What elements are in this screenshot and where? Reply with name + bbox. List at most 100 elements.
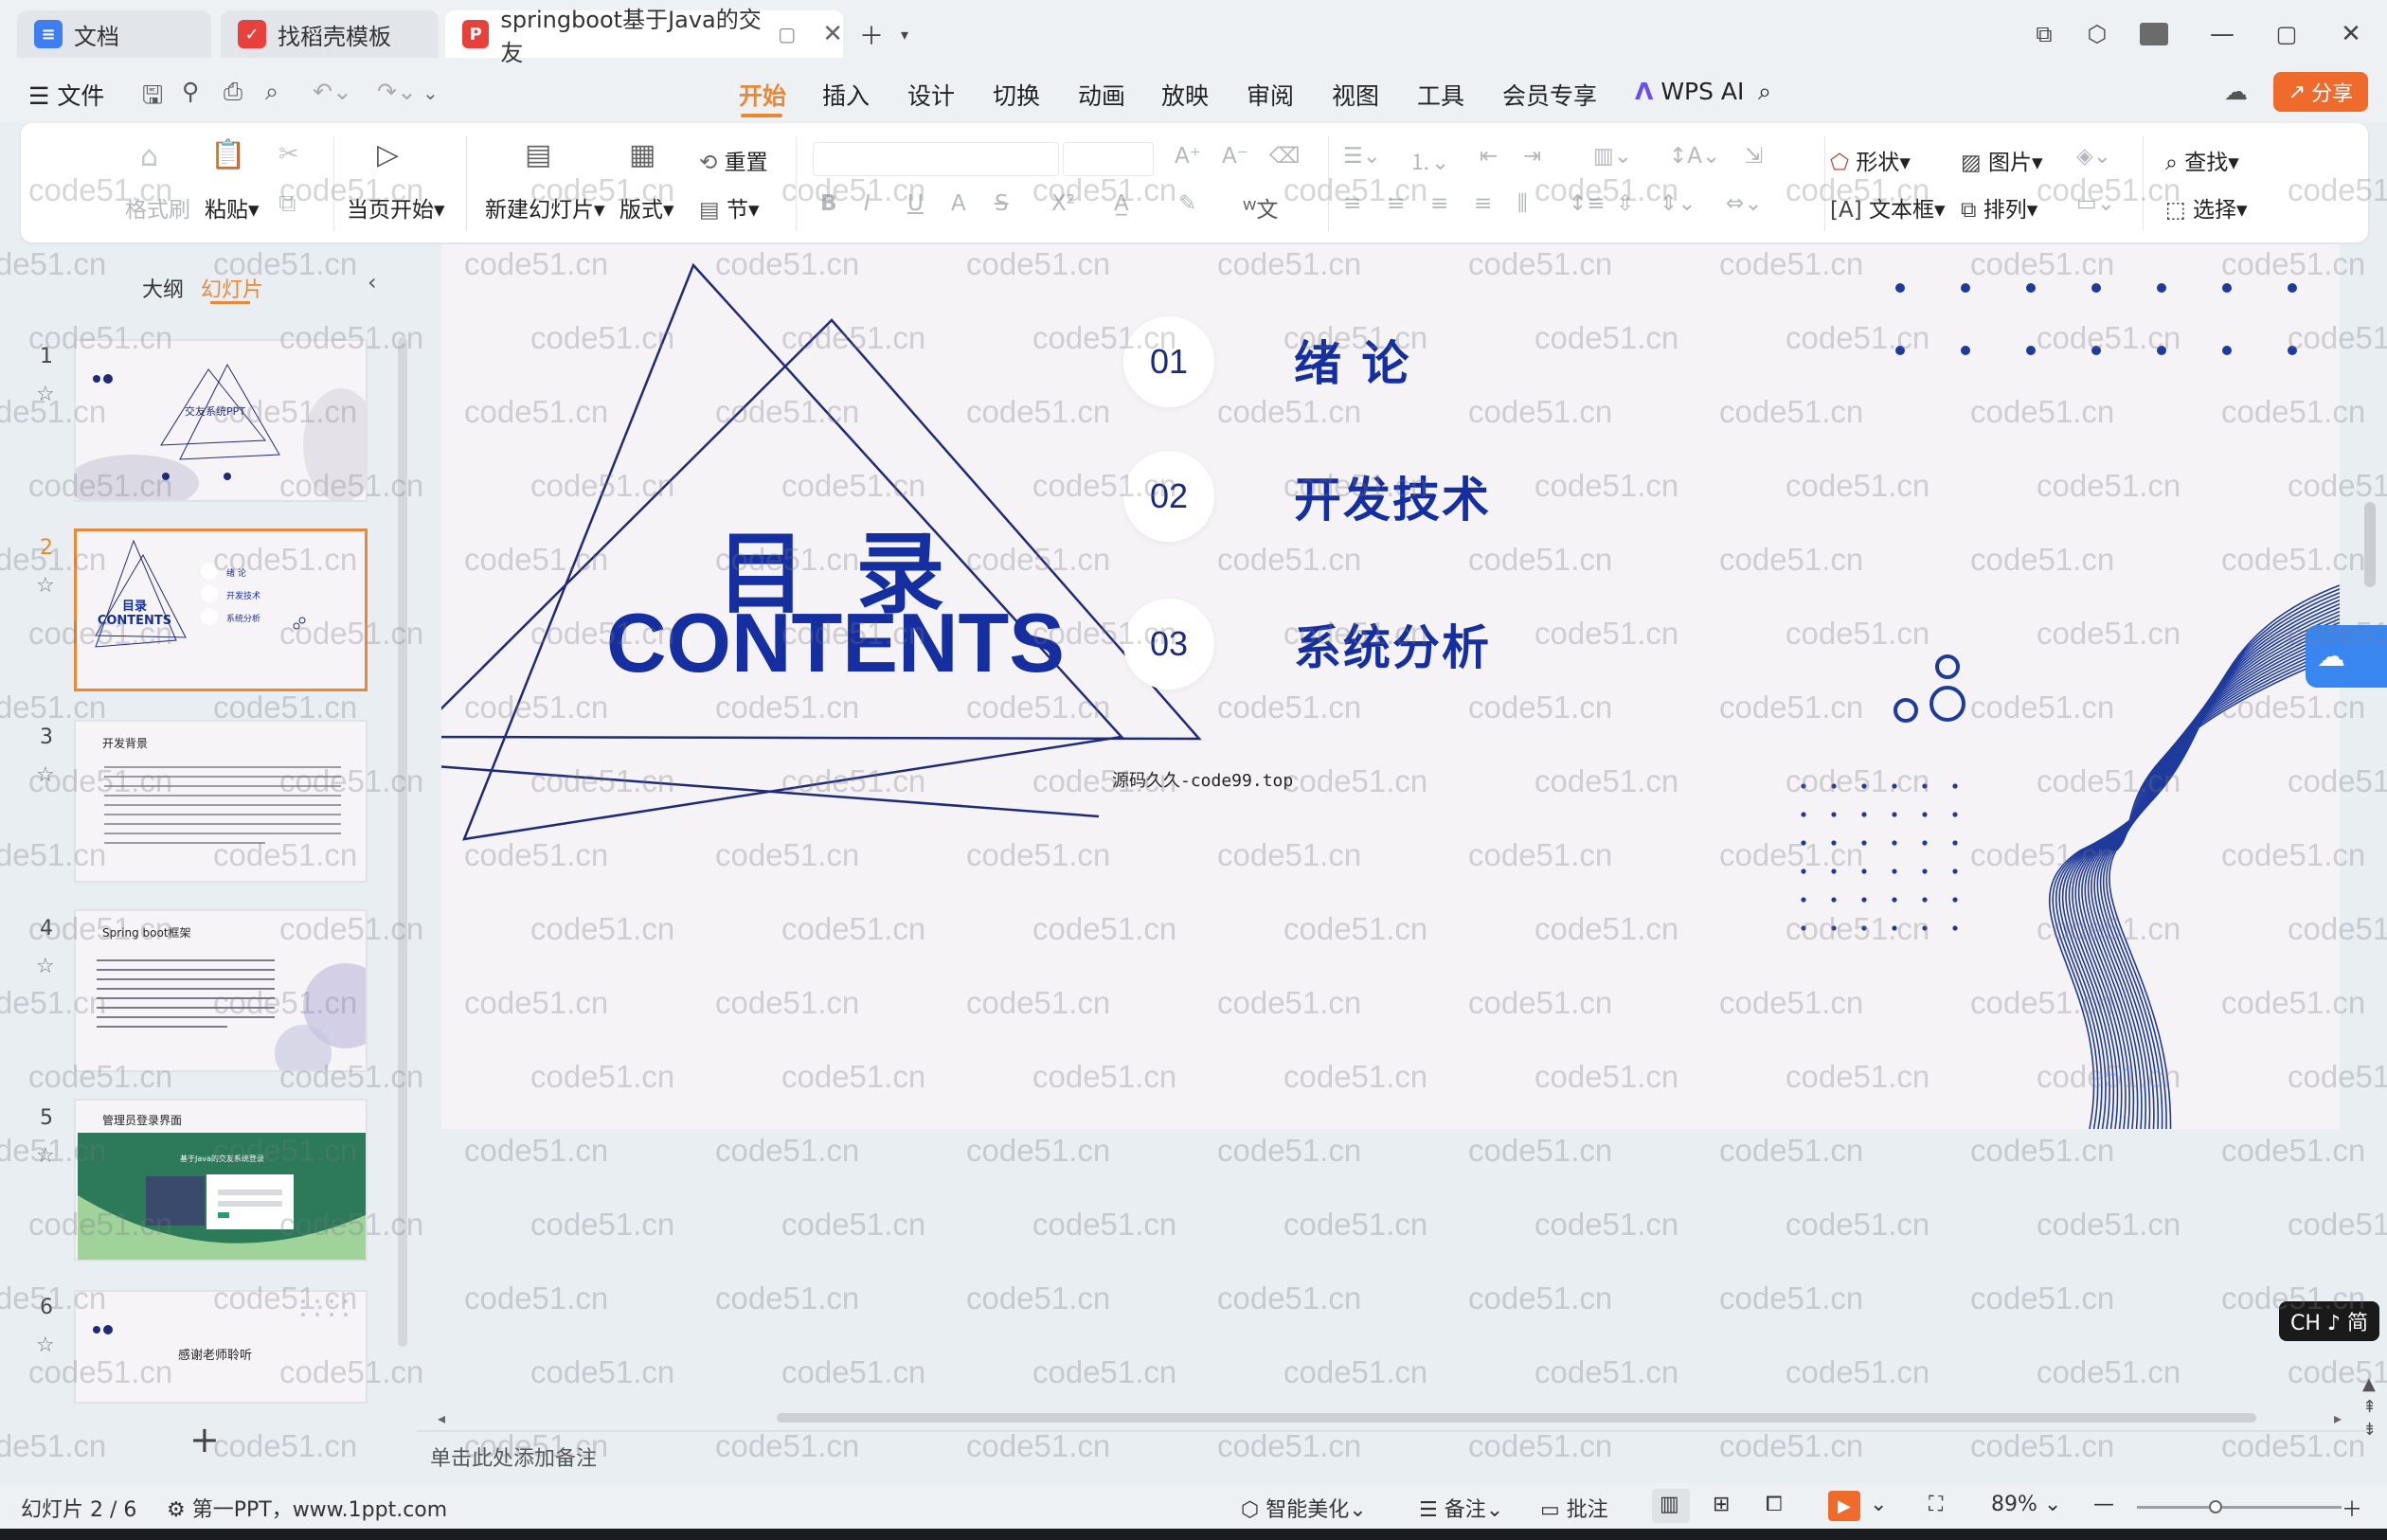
highlight-icon[interactable]: ✎ <box>1178 191 1196 216</box>
save-icon[interactable]: 🖫 <box>142 78 163 119</box>
fit-window-icon[interactable]: ⛶ <box>1929 1493 1943 1516</box>
print-icon[interactable]: ⎙ <box>224 78 242 106</box>
smart-beautify-button[interactable]: ⬡ 智能美化⌄ <box>1241 1493 1367 1523</box>
theme-name[interactable]: ⚙ 第一PPT，www.1ppt.com <box>167 1493 447 1523</box>
text-fit-icon[interactable]: ⇔⌄ <box>1726 191 1763 216</box>
menu-transitions[interactable]: 切换 <box>993 78 1040 112</box>
avatar[interactable] <box>2135 15 2173 53</box>
more-icon[interactable]: ⌄ <box>422 81 439 104</box>
fill-icon[interactable]: ◈⌄ <box>2076 144 2111 169</box>
star-icon[interactable]: ☆ <box>36 955 55 978</box>
slide-thumbnail-5[interactable]: 管理员登录界面 基于Java的交友系统登录 <box>74 1099 368 1262</box>
play-slideshow-button[interactable]: ▶ <box>1828 1491 1860 1521</box>
picture-button[interactable]: ▨ 图片▾ <box>1961 144 2043 176</box>
star-icon[interactable]: ☆ <box>36 1144 55 1168</box>
tab-presentation[interactable]: P springboot基于Java的交友 ▢ ✕ <box>445 7 843 66</box>
zoom-out-icon[interactable]: — <box>2093 1493 2114 1516</box>
zoom-in-icon[interactable]: ＋ <box>2342 1493 2362 1523</box>
font-color-icon[interactable]: A̲ <box>1114 191 1129 216</box>
cloud-upload-icon[interactable]: ☁ <box>2224 78 2248 105</box>
italic-icon[interactable]: I <box>864 191 870 216</box>
slide-thumbnail-6[interactable]: 感谢老师聆听 <box>74 1290 368 1404</box>
line-spacing-icon[interactable]: ↕≡ <box>1569 191 1606 216</box>
search-icon[interactable]: ⌕ <box>1758 78 1771 106</box>
minimize-icon[interactable]: — <box>2203 15 2241 53</box>
star-icon[interactable]: ☆ <box>36 574 55 598</box>
new-slide-button[interactable]: 新建幻灯片▾ <box>485 191 605 224</box>
menu-slideshow[interactable]: 放映 <box>1161 78 1209 112</box>
wps-ai-button[interactable]: ᐱ WPS AI <box>1635 78 1744 105</box>
find-button[interactable]: ⌕ 查找▾ <box>2165 144 2239 176</box>
vertical-align-icon[interactable]: ⇕⌄ <box>1660 191 1696 216</box>
undo-icon[interactable]: ↶⌄ <box>313 78 352 105</box>
menu-animation[interactable]: 动画 <box>1078 78 1125 112</box>
text-direction-icon[interactable]: ↕A⌄ <box>1669 144 1720 169</box>
slideshow-options-icon[interactable]: ⌄ <box>1870 1493 1887 1516</box>
comments-button[interactable]: ▭ 批注 <box>1540 1493 1608 1523</box>
layout-button[interactable]: 版式▾ <box>619 191 674 224</box>
zoom-level[interactable]: 89% ⌄ <box>1991 1493 2061 1516</box>
section-button[interactable]: ▤ 节▾ <box>699 191 760 224</box>
collapse-panel-icon[interactable]: ‹ <box>368 269 377 295</box>
zoom-slider-handle[interactable] <box>2209 1500 2222 1513</box>
justify-icon[interactable]: ≡ <box>1474 191 1492 216</box>
ime-indicator[interactable]: CH ♪ 简 <box>2279 1301 2379 1341</box>
reset-button[interactable]: ⟲ 重置 <box>699 144 768 176</box>
horizontal-scrollbar[interactable] <box>777 1413 2256 1423</box>
star-icon[interactable]: ☆ <box>36 763 55 787</box>
clear-format-icon[interactable]: ⌫ <box>1269 144 1301 169</box>
new-tab-icon[interactable]: ＋ <box>852 15 890 53</box>
cut-icon[interactable]: ✂ <box>278 140 299 169</box>
copy-icon[interactable]: ⧉ <box>278 189 296 219</box>
underline-icon[interactable]: U <box>907 191 924 216</box>
menu-home[interactable]: 开始 <box>739 78 786 112</box>
font-size-decrease-icon[interactable]: A⁻ <box>1222 144 1248 169</box>
indent-icon[interactable]: ⇥ <box>1523 144 1541 169</box>
chevron-down-icon[interactable]: ▾ <box>886 15 924 53</box>
tab-template[interactable]: ✓ 找稻壳模板 <box>221 10 439 58</box>
menu-tools[interactable]: 工具 <box>1417 78 1464 112</box>
font-size-select[interactable] <box>1063 142 1154 176</box>
shadow-icon[interactable]: A <box>951 191 966 216</box>
star-icon[interactable]: ☆ <box>36 1334 55 1357</box>
menu-file[interactable]: ☰ 文件 <box>28 78 104 112</box>
reading-view-icon[interactable]: ⧠ <box>1766 1493 1783 1516</box>
menu-membership[interactable]: 会员专享 <box>1502 78 1597 112</box>
paste-button[interactable]: 粘贴▾ <box>205 191 260 224</box>
textbox-button[interactable]: [A] 文本框▾ <box>1830 191 1946 224</box>
slide-thumbnail-2[interactable]: 绪 论 开发技术 系统分析 目录 CONTENTS <box>74 528 368 691</box>
columns-icon[interactable]: ▥⌄ <box>1593 144 1632 169</box>
outline-icon[interactable]: ▭⌄ <box>2076 191 2115 216</box>
scroll-right-icon[interactable]: ▸ <box>2334 1409 2342 1427</box>
maximize-icon[interactable]: ▢ <box>2268 15 2306 53</box>
align-right-icon[interactable]: ≡ <box>1430 191 1448 216</box>
arrange-button[interactable]: ⧉ 排列▾ <box>1961 191 2037 224</box>
align-left-icon[interactable]: ≡ <box>1343 191 1361 216</box>
menu-design[interactable]: 设计 <box>907 78 955 112</box>
layout-icon[interactable]: ⧉ <box>2025 15 2063 53</box>
font-size-increase-icon[interactable]: A⁺ <box>1175 144 1201 169</box>
cloud-assistant-icon[interactable]: ☁ <box>2306 625 2387 688</box>
superscript-icon[interactable]: X² <box>1051 191 1075 216</box>
cube-icon[interactable]: ⬡ <box>2078 15 2116 53</box>
zoom-slider[interactable] <box>2137 1506 2342 1509</box>
phonetic-icon[interactable]: ᵂ文 <box>1243 191 1278 224</box>
menu-view[interactable]: 视图 <box>1332 78 1379 112</box>
select-button[interactable]: ⬚ 选择▾ <box>2165 191 2248 224</box>
bold-icon[interactable]: B <box>820 191 837 216</box>
add-slide-button[interactable]: + <box>189 1419 220 1460</box>
slide-thumbnail-4[interactable]: Spring boot框架 <box>74 909 368 1072</box>
close-tab-icon[interactable]: ✕ <box>822 20 843 48</box>
vertical-scrollbar[interactable] <box>2364 502 2376 587</box>
paragraph-spacing-icon[interactable]: ⇳ <box>1616 191 1634 216</box>
window-icon[interactable]: ▢ <box>778 23 796 45</box>
numbering-icon[interactable]: ⒈⌄ <box>1409 144 1449 176</box>
link-icon[interactable]: ⚲ <box>182 78 199 105</box>
slide-thumbnail-3[interactable]: 开发背景 <box>74 720 368 883</box>
start-from-current-button[interactable]: 当页开始▾ <box>347 191 445 224</box>
slide-sorter-icon[interactable]: ⊞ <box>1713 1493 1730 1516</box>
convert-icon[interactable]: ⇲ <box>1745 144 1763 169</box>
menu-review[interactable]: 审阅 <box>1247 78 1294 112</box>
print-preview-icon[interactable]: ⌕ <box>265 78 278 106</box>
slides-tab[interactable]: 幻灯片 <box>201 273 263 303</box>
